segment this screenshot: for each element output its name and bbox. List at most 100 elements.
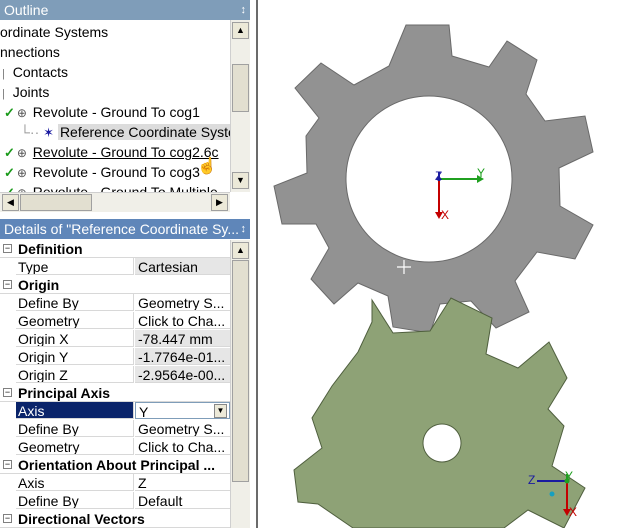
x-axis-label: X xyxy=(569,505,577,519)
details-title-bar: Details of "Reference Coordinate Sy... ↕ xyxy=(0,219,250,239)
x-axis-label: X xyxy=(441,208,449,222)
property-value[interactable]: Z xyxy=(135,474,230,491)
section-title: Origin xyxy=(18,277,60,293)
section-origin[interactable]: − Origin xyxy=(0,276,230,294)
check-icon: ✓ xyxy=(4,165,15,180)
property-name: Axis xyxy=(16,402,134,419)
row-define-by[interactable]: Define By Geometry S... xyxy=(0,294,230,312)
property-value[interactable]: -2.9564e-00... xyxy=(135,366,230,383)
outline-tree[interactable]: ordinate Systems nnections | Contacts | … xyxy=(0,20,250,212)
property-value[interactable]: Default xyxy=(135,492,230,509)
tree-item-label: Reference Coordinate Syste xyxy=(57,124,238,140)
scroll-left-icon[interactable]: ◀ xyxy=(2,194,19,211)
row-geometry[interactable]: Geometry Click to Cha... xyxy=(0,312,230,330)
scroll-thumb[interactable] xyxy=(232,64,249,112)
property-name: Origin X xyxy=(16,330,134,347)
property-name: Origin Y xyxy=(16,348,134,365)
property-value[interactable]: Click to Cha... xyxy=(135,312,230,329)
details-grid[interactable]: − Definition Type Cartesian − Origin Def… xyxy=(0,240,230,528)
section-directional-vectors[interactable]: − Directional Vectors xyxy=(0,510,230,528)
tree-item-revolute-cog2[interactable]: ✓ ⊕ Revolute - Ground To cog2.6c xyxy=(4,142,219,162)
outline-title: Outline xyxy=(4,2,49,18)
scroll-up-icon[interactable]: ▲ xyxy=(232,242,249,259)
details-vertical-scrollbar[interactable]: ▲ xyxy=(230,240,250,528)
tree-item-label: Revolute - Ground To cog2.6c xyxy=(32,144,219,160)
coordinate-system-icon: ✶ xyxy=(43,125,55,140)
outline-horizontal-scrollbar[interactable]: ◀ ▶ xyxy=(0,192,230,212)
collapse-icon[interactable]: − xyxy=(3,460,12,469)
property-value[interactable]: Click to Cha... xyxy=(135,438,230,455)
property-value[interactable]: -78.447 mm xyxy=(135,330,230,347)
property-name: Axis xyxy=(16,474,134,491)
pin-icon[interactable]: ↕ xyxy=(241,0,247,20)
row-origin-z[interactable]: Origin Z -2.9564e-00... xyxy=(0,366,230,384)
property-value[interactable]: Cartesian xyxy=(135,258,230,275)
row-axis[interactable]: Axis Z xyxy=(0,474,230,492)
row-define-by[interactable]: Define By Default xyxy=(0,492,230,510)
check-icon: ✓ xyxy=(4,145,15,160)
row-axis-selected[interactable]: Axis Y ▼ xyxy=(0,402,230,420)
tree-item-joints[interactable]: | Joints xyxy=(2,82,49,102)
collapse-icon[interactable]: − xyxy=(3,280,12,289)
tree-item-revolute-cog3[interactable]: ✓ ⊕ Revolute - Ground To cog3 xyxy=(4,162,200,182)
coordinate-triad: Z Y X xyxy=(435,166,485,222)
row-type[interactable]: Type Cartesian xyxy=(0,258,230,276)
details-title: Details of "Reference Coordinate Sy... xyxy=(4,221,240,237)
scroll-thumb[interactable] xyxy=(20,194,92,211)
tree-item-coordinate-systems[interactable]: ordinate Systems xyxy=(0,22,108,42)
property-name: Origin Z xyxy=(16,366,134,383)
property-value[interactable]: -1.7764e-01... xyxy=(135,348,230,365)
check-icon: ✓ xyxy=(4,185,15,192)
scroll-down-icon[interactable]: ▼ xyxy=(232,172,249,189)
top-gear[interactable] xyxy=(273,24,594,334)
scroll-thumb[interactable] xyxy=(232,260,249,482)
property-name: Define By xyxy=(16,294,134,311)
tree-branch-icon: └·· xyxy=(20,124,40,140)
y-axis-label: Y xyxy=(565,469,573,483)
tree-item-reference-coordinate-system[interactable]: └·· ✶ Reference Coordinate Syste xyxy=(20,122,238,142)
scroll-up-icon[interactable]: ▲ xyxy=(232,22,249,39)
tree-item-connections[interactable]: nnections xyxy=(0,42,60,62)
property-name: Type xyxy=(16,258,134,275)
section-principal-axis[interactable]: − Principal Axis xyxy=(0,384,230,402)
property-value[interactable]: Geometry S... xyxy=(135,294,230,311)
scroll-right-icon[interactable]: ▶ xyxy=(211,194,228,211)
tree-item-label: Revolute - Ground To cog1 xyxy=(32,104,200,120)
section-title: Definition xyxy=(18,241,83,257)
axis-select[interactable]: Y ▼ xyxy=(135,402,230,419)
z-axis-label: Z xyxy=(528,473,535,487)
section-title: Orientation About Principal ... xyxy=(18,457,216,473)
bottom-gear[interactable] xyxy=(293,297,586,528)
joint-icon: ⊕ xyxy=(15,183,29,192)
axis-select-value: Y xyxy=(139,404,149,419)
row-origin-y[interactable]: Origin Y -1.7764e-01... xyxy=(0,348,230,366)
tree-item-label: nnections xyxy=(0,44,60,60)
joint-icon: ⊕ xyxy=(16,146,27,160)
tree-line-icon: | xyxy=(2,68,5,80)
section-orientation[interactable]: − Orientation About Principal ... xyxy=(0,456,230,474)
collapse-icon[interactable]: − xyxy=(3,244,12,253)
property-name: Geometry xyxy=(16,438,134,455)
z-axis-label: Z xyxy=(435,169,442,183)
collapse-icon[interactable]: − xyxy=(3,514,12,523)
collapse-icon[interactable]: − xyxy=(3,388,12,397)
tree-item-label: ordinate Systems xyxy=(0,24,109,40)
tree-item-label: Revolute - Ground To Multiple xyxy=(32,184,218,192)
property-value[interactable]: Geometry S... xyxy=(135,420,230,437)
row-origin-x[interactable]: Origin X -78.447 mm xyxy=(0,330,230,348)
pin-icon[interactable]: ↕ xyxy=(241,219,247,239)
section-definition[interactable]: − Definition xyxy=(0,240,230,258)
property-name: Define By xyxy=(16,420,134,437)
outline-title-bar: Outline ↕ xyxy=(0,0,250,20)
tree-item-contacts[interactable]: | Contacts xyxy=(2,62,68,82)
tree-item-revolute-cog1[interactable]: ✓ ⊕ Revolute - Ground To cog1 xyxy=(4,102,200,122)
tree-item-revolute-multiple[interactable]: ✓⊕ Revolute - Ground To Multiple xyxy=(4,182,218,192)
outline-vertical-scrollbar[interactable]: ▲ ▼ xyxy=(230,20,250,192)
section-title: Principal Axis xyxy=(18,385,111,401)
geometry-view[interactable]: Z Y X Z Y X xyxy=(258,0,619,528)
chevron-down-icon[interactable]: ▼ xyxy=(214,404,227,418)
tree-item-label: Contacts xyxy=(12,64,68,80)
graphics-viewport[interactable]: Z Y X Z Y X xyxy=(256,0,619,528)
row-geometry[interactable]: Geometry Click to Cha... xyxy=(0,438,230,456)
row-define-by[interactable]: Define By Geometry S... xyxy=(0,420,230,438)
